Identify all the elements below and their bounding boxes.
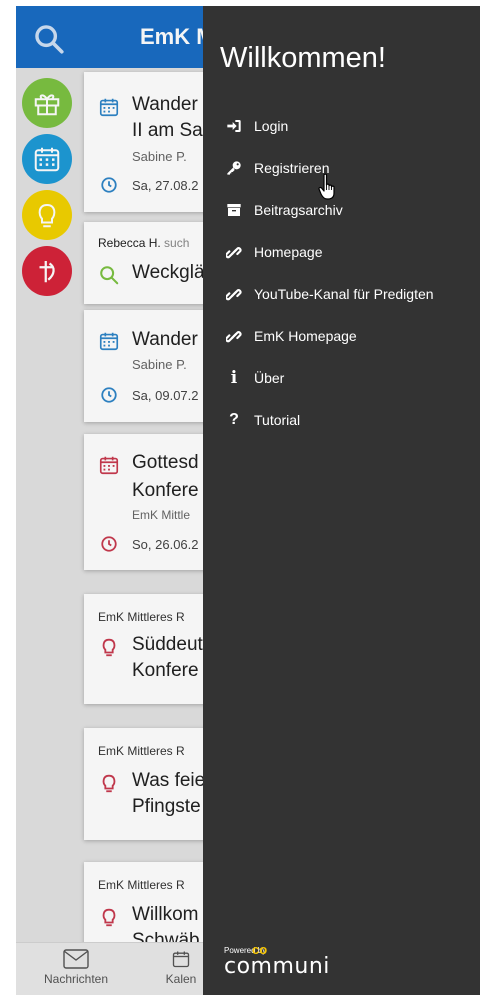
menu-item-label: YouTube-Kanal für Predigten [254, 286, 434, 302]
menu-item-ueber[interactable]: i Über [223, 363, 285, 393]
menu-item-label: Homepage [254, 244, 323, 260]
link-icon [223, 327, 245, 345]
drawer-heading: Willkommen! [220, 42, 386, 74]
menu-item-label: Tutorial [254, 412, 301, 428]
link-icon [223, 243, 245, 261]
menu-item-homepage[interactable]: Homepage [223, 237, 323, 267]
menu-item-label: Über [254, 370, 285, 386]
menu-item-registrieren[interactable]: Registrieren [223, 153, 329, 183]
drawer-scrim[interactable] [16, 6, 203, 995]
menu-item-tutorial[interactable]: ? Tutorial [223, 405, 300, 435]
key-icon [223, 159, 245, 177]
menu-item-emk-homepage[interactable]: EmK Homepage [223, 321, 357, 351]
link-icon [223, 285, 245, 303]
menu-item-label: Login [254, 118, 289, 134]
communi-logo: communi [224, 954, 330, 979]
login-icon [223, 117, 245, 135]
archive-icon [223, 201, 245, 219]
navigation-drawer: Willkommen! Login Registrieren Beitragsa… [203, 6, 480, 995]
question-icon: ? [229, 411, 239, 428]
menu-item-label: Beitragsarchiv [254, 202, 343, 218]
menu-item-login[interactable]: Login [223, 111, 288, 141]
info-icon: i [230, 368, 238, 388]
menu-item-label: EmK Homepage [254, 328, 357, 344]
menu-item-youtube[interactable]: YouTube-Kanal für Predigten [223, 279, 434, 309]
hand-cursor-icon [318, 173, 335, 200]
